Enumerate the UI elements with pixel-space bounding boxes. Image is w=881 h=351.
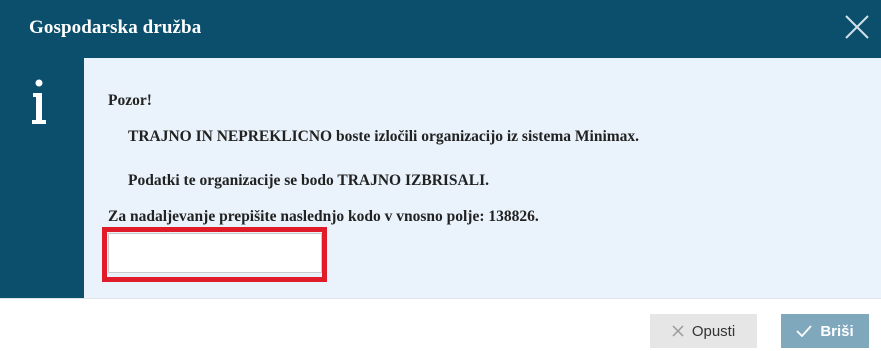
dialog-header: Gospodarska družba	[0, 0, 881, 58]
cancel-button-label: Opusti	[691, 322, 736, 340]
confirmation-code-input[interactable]	[108, 233, 322, 273]
close-button[interactable]	[843, 13, 871, 41]
warning-line-2: Podatki te organizacije se bodo TRAJNO I…	[128, 172, 489, 189]
dialog-sidebar	[0, 58, 84, 298]
warning-heading: Pozor!	[108, 92, 152, 109]
delete-button-label: Briši	[820, 322, 854, 340]
delete-button[interactable]: Briši	[781, 314, 869, 348]
info-icon	[32, 79, 46, 124]
footer-divider	[0, 298, 881, 299]
close-icon	[845, 15, 869, 39]
cancel-button[interactable]: Opusti	[650, 314, 757, 348]
x-icon	[672, 325, 684, 337]
dialog-title: Gospodarska družba	[29, 17, 202, 38]
confirmation-instruction: Za nadaljevanje prepišite naslednjo kodo…	[108, 208, 539, 225]
check-icon	[796, 325, 812, 337]
warning-line-1: TRAJNO IN NEPREKLICNO boste izločili org…	[128, 128, 640, 145]
